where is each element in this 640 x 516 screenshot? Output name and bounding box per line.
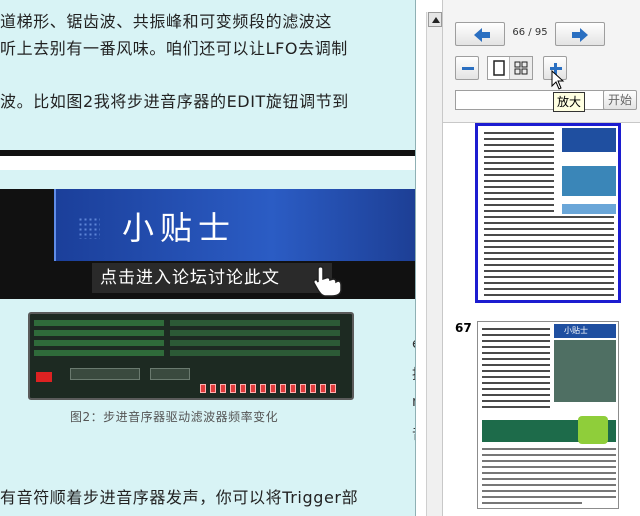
tip-banner[interactable]: 小贴士 点击进入论坛讨论此文 (0, 189, 415, 299)
text-line: 道梯形、锯齿波、共振峰和可变频段的滤波这 (0, 12, 333, 31)
forum-link[interactable]: 点击进入论坛讨论此文 (92, 263, 332, 293)
single-page-button[interactable] (488, 57, 510, 79)
document-view[interactable]: 道梯形、锯齿波、共振峰和可变频段的滤波这 听上去别有一番风味。咱们还可以让LFO… (0, 0, 426, 516)
banner-title: 小贴士 (122, 209, 237, 247)
minus-icon (462, 67, 474, 70)
side-text: e (412, 336, 415, 352)
forum-link-text[interactable]: 点击进入论坛讨论此文 (100, 268, 280, 288)
figure-caption: 图2：步进音序器驱动滤波器频率变化 (70, 410, 279, 424)
start-button[interactable]: 开始 (603, 90, 637, 110)
side-text: 择 (412, 364, 415, 384)
sequencer-screenshot (28, 312, 354, 400)
zoom-out-button[interactable] (455, 56, 479, 80)
arrow-left-icon (474, 28, 490, 42)
grid-view-icon (514, 61, 528, 75)
page-divider (0, 150, 415, 170)
triangle-up-icon (432, 17, 440, 23)
scroll-up-button[interactable] (428, 12, 442, 27)
banner-header: 小贴士 (54, 189, 415, 261)
previous-page-button[interactable] (455, 22, 505, 46)
thumbnail-title: 小贴士 (564, 326, 588, 335)
grid-view-button[interactable] (510, 57, 532, 79)
side-text: 音 (412, 424, 415, 444)
next-page-button[interactable] (555, 22, 605, 46)
side-text: n (412, 394, 415, 410)
pointing-hand-icon (313, 266, 342, 297)
page-thumbnail-67[interactable]: 小贴士 (477, 321, 619, 509)
page-thumbnail-66[interactable] (475, 123, 621, 303)
thumbnail-list[interactable]: 67 小贴士 (443, 122, 640, 516)
dots-decoration-icon (78, 217, 100, 239)
document-page: 道梯形、锯齿波、共振峰和可变频段的滤波这 听上去别有一番风味。咱们还可以让LFO… (0, 0, 416, 516)
mouse-pointer-icon (551, 70, 565, 90)
text-line: 有音符顺着步进音序器发声，你可以将Trigger部 (0, 488, 359, 507)
vertical-scrollbar[interactable] (426, 12, 442, 516)
navigation-panel: 66 / 95 开始 放大 67 小贴士 (442, 0, 640, 516)
arrow-right-icon (572, 28, 588, 42)
text-line: 听上去别有一番风味。咱们还可以让LFO去调制 (0, 39, 348, 58)
view-mode-group (487, 56, 533, 80)
thumbnail-page-number: 67 (455, 321, 472, 335)
text-line: 波。比如图2我将步进音序器的EDIT旋钮调节到 (0, 92, 349, 111)
zoom-tooltip: 放大 (553, 92, 586, 112)
page-counter: 66 / 95 (512, 27, 548, 38)
single-page-icon (493, 60, 505, 76)
